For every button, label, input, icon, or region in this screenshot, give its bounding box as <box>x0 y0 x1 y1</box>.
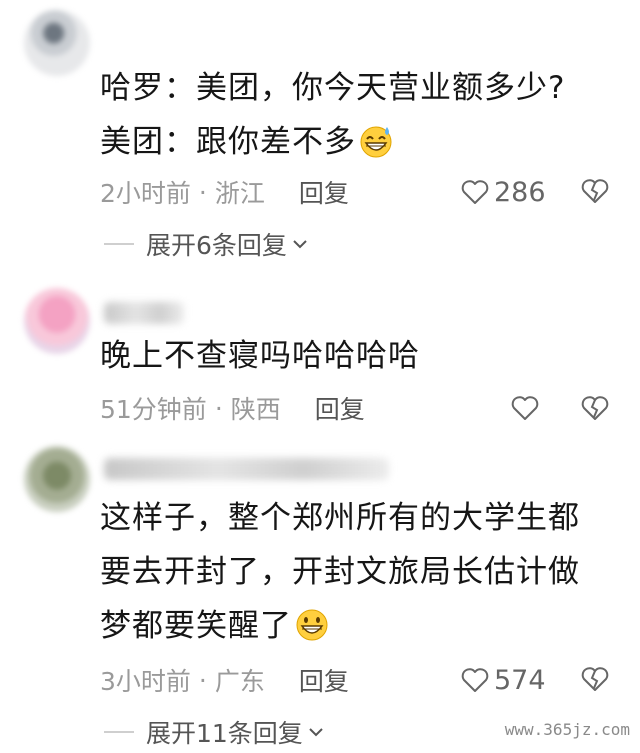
comment-text-line: 这样子，整个郑州所有的大学生都 <box>100 500 580 536</box>
comment-text: 梦都要笑醒了 <box>100 608 292 644</box>
reply-button[interactable]: 回复 <box>299 662 349 698</box>
comment-text-line: 要去开封了，开封文旅局长估计做 <box>100 554 580 590</box>
watermark: www.365jz.com <box>504 720 630 739</box>
separator: · <box>214 393 223 423</box>
comment-text-line: 晚上不查寝吗哈哈哈哈 <box>100 338 420 374</box>
comment-time: 51分钟前 <box>100 395 207 424</box>
comment-location: 浙江 <box>214 179 265 208</box>
comment-time: 3小时前 <box>100 667 191 696</box>
separator: · <box>198 177 207 207</box>
avatar[interactable] <box>24 10 90 76</box>
expand-label: 展开6条回复 <box>146 231 287 260</box>
separator: · <box>198 665 207 695</box>
comment-location: 广东 <box>214 667 265 696</box>
like-count: 286 <box>494 176 546 208</box>
heart-icon <box>511 396 539 420</box>
comment-location: 陕西 <box>230 395 281 424</box>
dislike-broken-heart-icon[interactable] <box>580 664 610 694</box>
heart-icon <box>461 668 489 692</box>
reply-button[interactable]: 回复 <box>315 390 365 426</box>
like-button[interactable]: 574 <box>460 662 546 698</box>
divider-line <box>104 243 134 245</box>
chevron-down-icon <box>293 240 307 249</box>
comment-text-line: 哈罗：美团，你今天营业额多少? <box>100 70 566 106</box>
username[interactable] <box>104 302 184 324</box>
comment-time: 2小时前 <box>100 179 191 208</box>
like-button[interactable]: 286 <box>460 174 546 210</box>
comment-text-line-with-emoji: 美团：跟你差不多 <box>100 116 394 168</box>
grinning-emoji-icon <box>296 609 328 640</box>
reply-button[interactable]: 回复 <box>299 174 349 210</box>
username[interactable] <box>104 458 389 480</box>
divider-line <box>104 731 134 733</box>
like-count: 574 <box>494 664 546 696</box>
comment-meta: 3小时前 · 广东 回复 <box>100 662 349 698</box>
dislike-broken-heart-icon[interactable] <box>580 393 610 423</box>
comment-text: 美团：跟你差不多 <box>100 124 356 160</box>
heart-icon <box>461 180 489 204</box>
expand-label: 展开11条回复 <box>146 719 303 748</box>
dislike-broken-heart-icon[interactable] <box>580 176 610 206</box>
comment-meta: 2小时前 · 浙江 回复 <box>100 174 349 210</box>
avatar[interactable] <box>24 446 90 512</box>
chevron-down-icon <box>309 728 323 737</box>
grinning-sweat-emoji-icon <box>360 126 392 157</box>
like-button[interactable] <box>510 390 544 426</box>
expand-replies-button[interactable]: 展开6条回复 <box>104 226 309 262</box>
comment-text-line-with-emoji: 梦都要笑醒了 <box>100 600 330 652</box>
expand-replies-button[interactable]: 展开11条回复 <box>104 714 325 750</box>
comment-meta: 51分钟前 · 陕西 回复 <box>100 390 365 426</box>
avatar[interactable] <box>24 288 90 354</box>
